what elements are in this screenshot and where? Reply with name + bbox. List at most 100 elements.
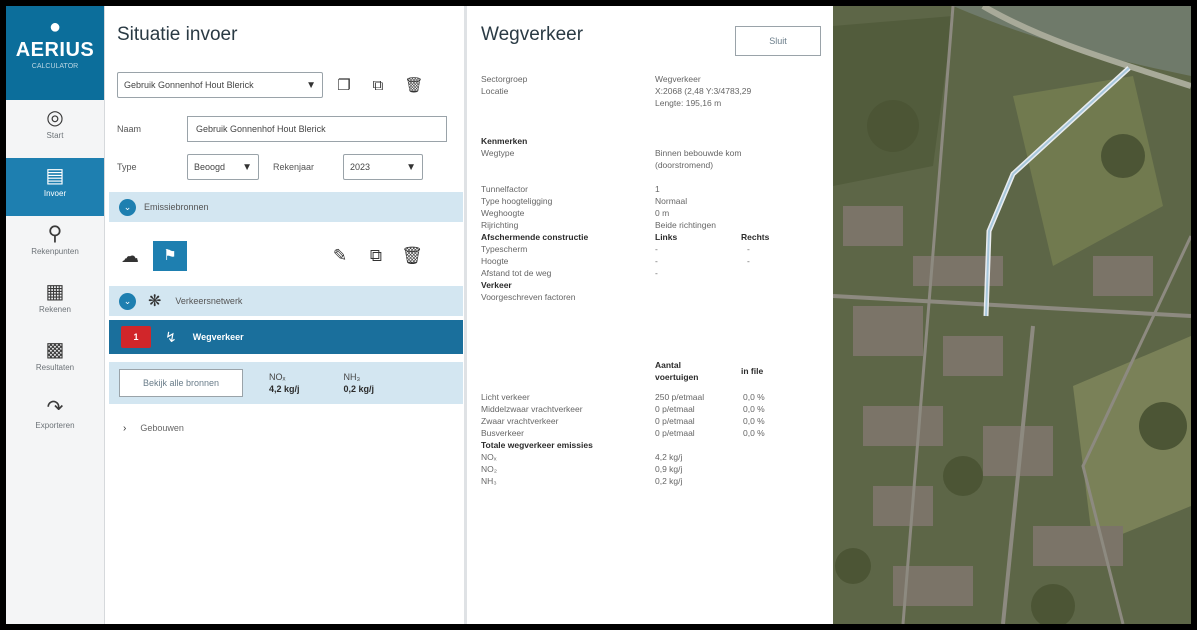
wegverkeer-source-item[interactable]: 1 ↯ Wegverkeer <box>109 320 463 354</box>
export-icon: ↷ <box>46 397 64 419</box>
traffic-row-pct: 0,0 % <box>743 428 765 438</box>
sectorgroep-label: Sectorgroep <box>481 74 528 84</box>
in-file-heading: in file <box>741 366 764 376</box>
copy-icon[interactable]: ⧉ <box>365 77 391 94</box>
bekijk-alle-bronnen-button[interactable]: Bekijk alle bronnen <box>119 369 243 397</box>
tunnelfactor-label: Tunnelfactor <box>481 184 528 194</box>
calculator-icon: ▦ <box>45 281 65 303</box>
wegverkeer-item-label: Wegverkeer <box>192 332 244 342</box>
source-count-badge: 1 <box>121 326 151 348</box>
app-window: ● AERIUS CALCULATOR ◎ Start ▤ Invoer ⚲ R… <box>6 6 1191 624</box>
typescherm-links: - <box>655 244 658 254</box>
bar-chart-icon: ▩ <box>45 339 65 361</box>
emission-value: 4,2 kg/j <box>655 452 683 462</box>
new-situation-icon[interactable]: ❐ <box>331 76 357 94</box>
emission-label: NO₂ <box>481 464 498 474</box>
detail-title: Wegverkeer <box>481 24 584 45</box>
chevron-circle-icon: ⌄ <box>119 198 136 216</box>
rekenjaar-select[interactable]: 2023 ▼ <box>343 154 423 180</box>
aerial-map[interactable] <box>833 6 1191 624</box>
trash-icon[interactable]: 🗑 <box>401 76 427 94</box>
wegtype-label: Wegtype <box>481 148 515 158</box>
wegtype-value: Binnen bebouwde kom <box>655 148 742 158</box>
clipboard-icon: ▤ <box>45 165 65 187</box>
gebouwen-label: Gebouwen <box>140 423 184 433</box>
links-heading: Links <box>655 232 678 242</box>
voorgeschreven-label: Voorgeschreven factoren <box>481 292 576 302</box>
nav-item-label: Invoer <box>43 189 67 198</box>
traffic-row-label: Middelzwaar vrachtverkeer <box>481 404 583 414</box>
rijrichting-label: Rijrichting <box>481 220 519 230</box>
nav-item-label: Exporteren <box>35 421 75 430</box>
nav-item-rekenpunten[interactable]: ⚲ Rekenpunten <box>6 216 104 274</box>
type-label: Type <box>117 162 137 172</box>
chevron-down-icon: ▼ <box>242 161 252 173</box>
wegverkeer-detail-panel: Wegverkeer Sluit Sectorgroep Wegverkeer … <box>467 6 833 624</box>
traffic-row-label: Zwaar vrachtverkeer <box>481 416 559 426</box>
traffic-row-value: 0 p/etmaal <box>655 404 695 414</box>
nox-summary: NOₓ 4,2 kg/j <box>269 371 300 395</box>
nav-item-label: Start <box>46 131 64 140</box>
locatie-value: X:2068 (2,48 Y:3/4783,29 <box>655 86 752 96</box>
nav-item-invoer[interactable]: ▤ Invoer <box>6 158 104 216</box>
map-canvas[interactable] <box>833 6 1191 624</box>
nh3-label: NH₃ <box>343 372 361 382</box>
page-title: Situatie invoer <box>117 24 238 45</box>
nh3-value: 0,2 kg/j <box>343 384 375 394</box>
type-select[interactable]: Beoogd ▼ <box>187 154 259 180</box>
afstand-links: - <box>655 268 658 278</box>
chevron-right-icon: › <box>123 422 127 434</box>
chevron-circle-icon: ⌄ <box>119 292 136 310</box>
situatie-panel: Situatie invoer Gebruik Gonnenhof Hout B… <box>105 6 467 624</box>
situatie-select-value: Gebruik Gonnenhof Hout Blerick <box>124 80 254 90</box>
lengte-value: Lengte: 195,16 m <box>655 98 722 108</box>
afstand-label: Afstand tot de weg <box>481 268 552 278</box>
sources-icon[interactable]: ☁ <box>117 246 143 267</box>
nav-item-label: Resultaten <box>35 363 75 372</box>
traffic-row-pct: 0,0 % <box>743 416 765 426</box>
brand-name: AERIUS <box>15 39 95 61</box>
trash-icon[interactable]: 🗑 <box>399 246 425 266</box>
traffic-row-label: Licht verkeer <box>481 392 530 402</box>
rijrichting-value: Beide richtingen <box>655 220 716 230</box>
emission-label: NH₃ <box>481 476 497 486</box>
rekenjaar-select-value: 2023 <box>350 162 371 172</box>
emission-value: 0,9 kg/j <box>655 464 683 474</box>
nav-item-label: Rekenpunten <box>31 247 79 256</box>
wegtype-value-2: (doorstromend) <box>655 160 714 170</box>
traffic-row-value: 0 p/etmaal <box>655 416 695 426</box>
tunnelfactor-value: 1 <box>655 184 660 194</box>
verkeersnetwerk-label: Verkeersnetwerk <box>175 296 243 306</box>
source-toolbar: ☁ ⚑ ✎ ⧉ 🗑 <box>109 238 463 274</box>
weghoogte-value: 0 m <box>655 208 670 218</box>
nav-item-exporteren[interactable]: ↷ Exporteren <box>6 390 104 448</box>
nh3-summary: NH₃ 0,2 kg/j <box>344 371 375 395</box>
aerius-logo[interactable]: ● AERIUS CALCULATOR <box>6 6 104 100</box>
traffic-row-label: Busverkeer <box>481 428 524 438</box>
tag-icon[interactable]: ⚑ <box>153 241 187 271</box>
rechts-heading: Rechts <box>741 232 770 242</box>
nox-value: 4,2 kg/j <box>269 384 300 394</box>
hoogte-rechts: - <box>747 256 750 266</box>
chevron-down-icon: ▼ <box>406 161 416 173</box>
situatie-select[interactable]: Gebruik Gonnenhof Hout Blerick ▼ <box>117 72 323 98</box>
nav-item-start[interactable]: ◎ Start <box>6 100 104 158</box>
copy-icon[interactable]: ⧉ <box>363 246 389 266</box>
nav-item-rekenen[interactable]: ▦ Rekenen <box>6 274 104 332</box>
type-select-value: Beoogd <box>194 162 226 172</box>
verkeer-heading: Verkeer <box>481 280 512 290</box>
gebouwen-header[interactable]: › Gebouwen <box>109 416 463 440</box>
traffic-row-value: 250 p/etmaal <box>655 392 705 402</box>
map-pin-icon: ⚲ <box>47 223 63 245</box>
typescherm-rechts: - <box>747 244 750 254</box>
emissiebronnen-header[interactable]: ⌄ Emissiebronnen <box>109 192 463 222</box>
main-nav: ● AERIUS CALCULATOR ◎ Start ▤ Invoer ⚲ R… <box>6 6 105 624</box>
voertuigen-heading: voertuigen <box>655 372 699 382</box>
edit-icon[interactable]: ✎ <box>327 246 353 266</box>
sluit-button[interactable]: Sluit <box>735 26 821 56</box>
verkeersnetwerk-header[interactable]: ⌄ ❋ Verkeersnetwerk <box>109 286 463 316</box>
naam-input[interactable]: Gebruik Gonnenhof Hout Blerick <box>187 116 447 142</box>
emission-label: NOₓ <box>481 452 497 462</box>
nav-item-resultaten[interactable]: ▩ Resultaten <box>6 332 104 390</box>
naam-label: Naam <box>117 124 142 134</box>
